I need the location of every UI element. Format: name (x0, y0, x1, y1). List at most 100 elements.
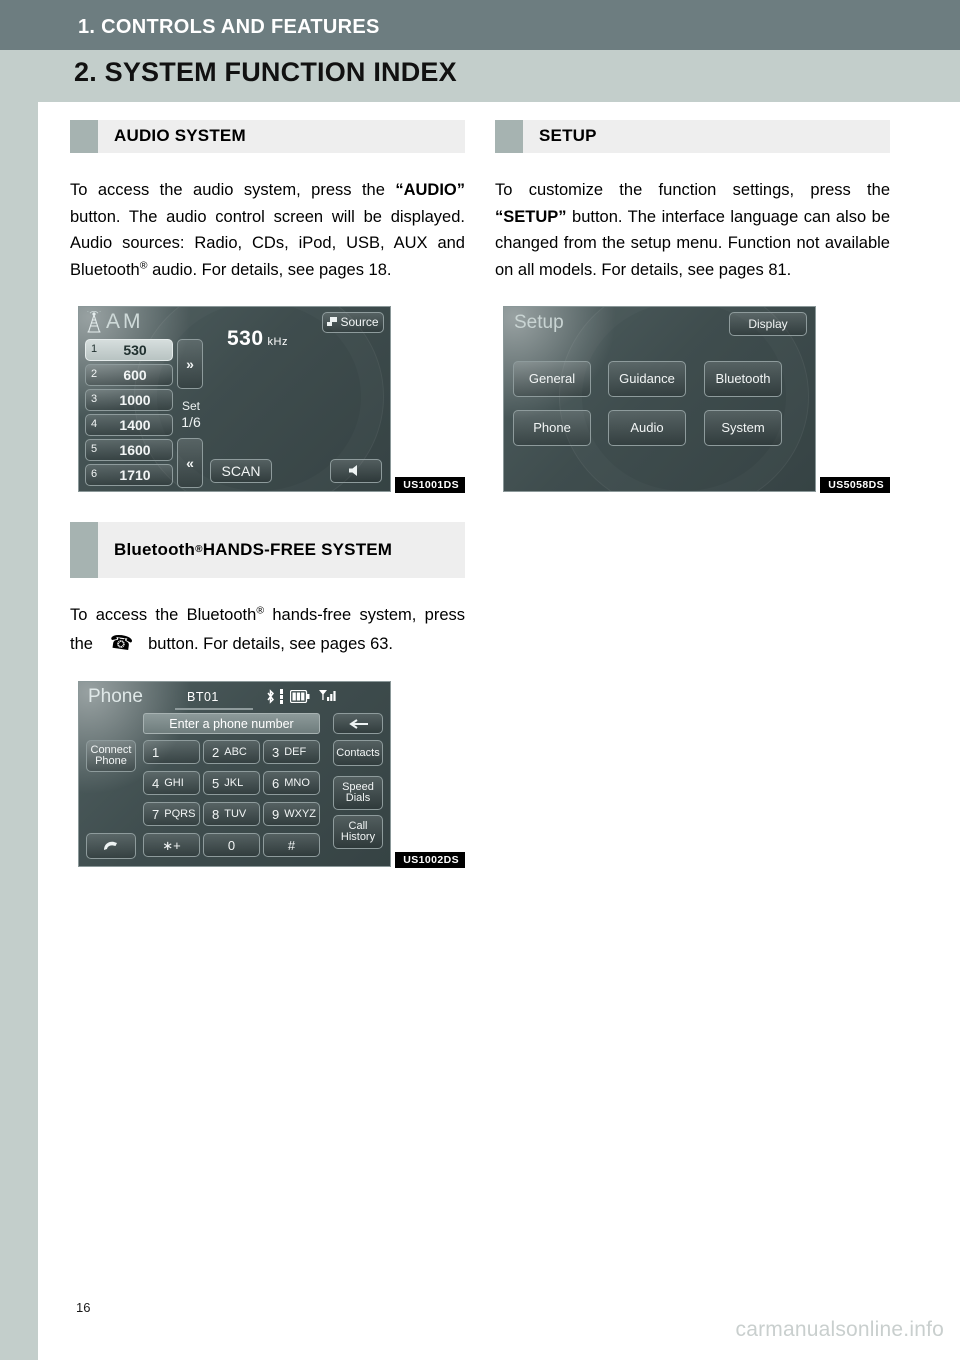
audio-bold-audio: “AUDIO” (395, 181, 465, 199)
phone-screen: Phone BT01 Enter a phone number Connect … (78, 681, 391, 868)
key-letters: DEF (284, 745, 307, 758)
back-arrow-icon (349, 719, 368, 729)
keypad-key-5[interactable]: 5 JKL (203, 771, 260, 796)
key-number: # (287, 837, 296, 853)
keypad-key-2[interactable]: 2 ABC (203, 740, 260, 765)
radio-screenshot-figure: AM Source 1 530 2 600 3 1000 4 1400 5 16… (70, 305, 465, 493)
phone-number-input[interactable]: Enter a phone number (143, 713, 320, 735)
preset-frequency: 1600 (119, 441, 151, 458)
preset-button-2[interactable]: 2 600 (85, 363, 173, 386)
setup-button-guidance[interactable]: Guidance (608, 360, 686, 397)
setup-button-label: System (721, 420, 765, 436)
section-header-bluetooth-hands-free: Bluetooth ® HANDS-FREE SYSTEM (70, 521, 465, 578)
scan-button[interactable]: SCAN (210, 458, 272, 483)
preset-number: 6 (91, 468, 98, 481)
chapter-title: 1. CONTROLS AND FEATURES (78, 16, 380, 38)
preset-button-3[interactable]: 3 1000 (85, 388, 173, 411)
keypad-key-6[interactable]: 6 MNO (263, 771, 320, 796)
source-button-label: Source (340, 315, 379, 330)
key-letters: TUV (224, 807, 247, 820)
key-letters: MNO (284, 776, 310, 789)
key-number: 7 (152, 806, 160, 822)
preset-number: 4 (91, 418, 98, 431)
setup-button-general[interactable]: General (513, 360, 591, 397)
keypad-key-4[interactable]: 4 GHI (143, 771, 200, 796)
registered-mark: ® (195, 544, 203, 556)
speed-dials-button[interactable]: Speed Dials (333, 776, 383, 811)
left-column: AUDIO SYSTEM To access the audio system,… (70, 120, 465, 869)
preset-button-6[interactable]: 6 1710 (85, 463, 173, 486)
key-number: 2 (212, 744, 220, 760)
section-marker-icon (70, 521, 98, 578)
preset-button-1[interactable]: 1 530 (85, 338, 173, 361)
setup-button-system[interactable]: System (704, 409, 782, 446)
section-header-audio-system: AUDIO SYSTEM (70, 120, 465, 153)
key-number: 1 (152, 744, 160, 760)
figure-code-radio: US1001DS (395, 476, 465, 493)
page-title: 2. SYSTEM FUNCTION INDEX (74, 57, 457, 87)
watermark: carmanualsonline.info (735, 1318, 944, 1341)
right-column: SETUP To customize the function settings… (495, 120, 890, 493)
key-letters: JKL (224, 776, 244, 789)
page-number: 16 (76, 1300, 91, 1315)
keypad-key-8[interactable]: 8 TUV (203, 802, 260, 827)
setup-screen-title: Setup (514, 311, 564, 333)
radio-band-label: AM (106, 309, 144, 333)
bt-text-3: button. For details, see pages 63. (143, 634, 394, 653)
section-title-audio-system: AUDIO SYSTEM (114, 126, 246, 146)
key-number: 3 (272, 744, 280, 760)
preset-page-next-button[interactable]: » (177, 338, 203, 389)
keypad-key-3[interactable]: 3 DEF (263, 740, 320, 765)
keypad-key-hash[interactable]: # (263, 833, 320, 858)
section-header-setup: SETUP (495, 120, 890, 153)
backspace-button[interactable] (333, 713, 383, 735)
key-number: 6 (272, 775, 280, 791)
volume-button[interactable] (330, 458, 382, 483)
cellular-signal-icon (319, 690, 336, 702)
keypad-key-7[interactable]: 7 PQRS (143, 802, 200, 827)
contacts-button[interactable]: Contacts (333, 740, 383, 767)
preset-page-prev-button[interactable]: « (177, 437, 203, 488)
preset-button-4[interactable]: 4 1400 (85, 413, 173, 436)
setup-button-label: Guidance (619, 371, 675, 387)
setup-button-label: Bluetooth (715, 371, 771, 387)
keypad-key-star[interactable]: ∗+ (143, 833, 200, 858)
setup-screenshot-figure: Setup Display General Guidance Bluetooth (495, 305, 890, 493)
keypad-key-0[interactable]: 0 (203, 833, 260, 858)
setup-paragraph: To customize the function settings, pres… (495, 177, 890, 284)
call-history-button[interactable]: Call History (333, 815, 383, 850)
setup-button-phone[interactable]: Phone (513, 409, 591, 446)
keypad-key-1[interactable]: 1 (143, 740, 200, 765)
preset-button-5[interactable]: 5 1600 (85, 438, 173, 461)
preset-number: 5 (91, 443, 98, 456)
source-button[interactable]: Source (322, 311, 384, 333)
setup-button-label: Phone (533, 420, 571, 436)
phone-screen-title: Phone (88, 686, 143, 708)
audio-text-3: audio. For details, see pages 18. (147, 261, 392, 280)
key-letters: PQRS (164, 807, 196, 820)
registered-mark: ® (256, 604, 265, 617)
phone-number-placeholder: Enter a phone number (169, 716, 294, 731)
frequency-unit: kHz (267, 335, 288, 348)
key-number: 0 (227, 837, 236, 853)
radio-tower-icon (84, 310, 104, 333)
setup-text-1: To customize the function settings, pres… (495, 181, 890, 199)
hang-up-button[interactable] (86, 833, 136, 860)
phone-screenshot-figure: Phone BT01 Enter a phone number Connect … (70, 681, 465, 869)
call-history-label-line2: History (340, 831, 376, 844)
key-letters: ABC (224, 745, 247, 758)
radio-screen: AM Source 1 530 2 600 3 1000 4 1400 5 16… (78, 305, 391, 492)
bluetooth-icon (267, 689, 274, 705)
preset-frequency: 1710 (119, 466, 151, 483)
setup-button-bluetooth[interactable]: Bluetooth (704, 360, 782, 397)
section-marker-icon (70, 120, 98, 153)
phone-handset-icon (104, 841, 117, 850)
connected-device-name: BT01 (187, 690, 219, 705)
connect-phone-button[interactable]: Connect Phone (86, 740, 136, 773)
setup-button-audio[interactable]: Audio (608, 409, 686, 446)
keypad-key-9[interactable]: 9 WXYZ (263, 802, 320, 827)
display-button[interactable]: Display (729, 311, 807, 336)
two-column-content: AUDIO SYSTEM To access the audio system,… (70, 120, 930, 1300)
signal-level-icon (280, 689, 283, 705)
audio-text-1: To access the audio system, press the (70, 181, 396, 199)
